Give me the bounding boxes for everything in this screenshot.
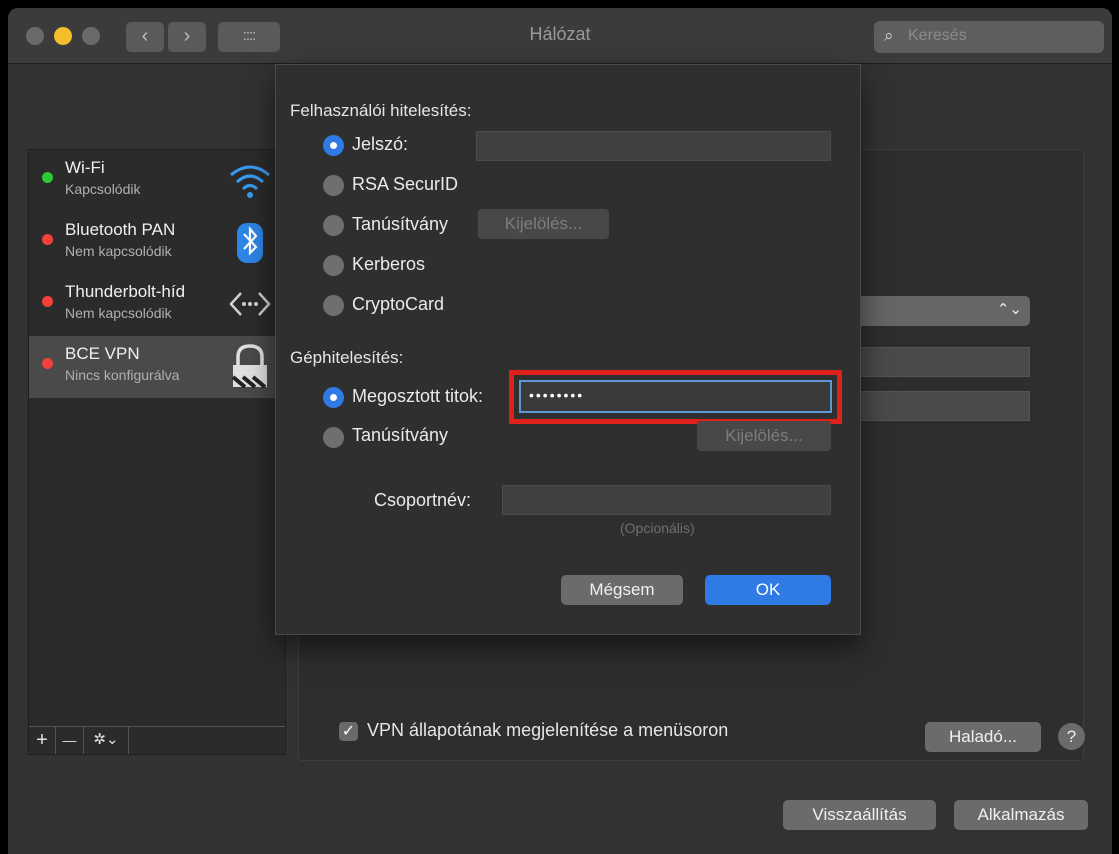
vpn-lock-icon [231, 344, 267, 389]
status-dot [42, 172, 53, 183]
service-name: Bluetooth PAN [65, 220, 176, 239]
service-list: Wi-Fi Kapcsolódik Bluetooth PAN Nem kapc… [28, 149, 286, 755]
radio-password[interactable] [323, 135, 344, 156]
bluetooth-icon [237, 223, 263, 263]
service-name: Wi-Fi [65, 158, 105, 177]
wifi-icon [230, 165, 270, 198]
radio-shared-secret[interactable] [323, 387, 344, 408]
remove-service-button[interactable]: — [56, 727, 84, 754]
service-list-toolbar: + — ✲⌄ [29, 726, 285, 754]
radio-password-label: Jelszó: [352, 134, 409, 154]
status-dot [42, 234, 53, 245]
password-field[interactable] [476, 131, 831, 161]
radio-cryptocard-label: CryptoCard [352, 294, 445, 314]
group-name-label: Csoportnév: [374, 490, 472, 510]
service-item-bce-vpn[interactable]: BCE VPN Nincs konfigurálva [29, 336, 285, 398]
radio-rsa-securid-label: RSA SecurID [352, 174, 459, 194]
title-bar: ‹ › :::: Hálózat ⌕ Keresés [8, 8, 1112, 64]
highlight-frame [509, 370, 842, 424]
radio-certificate-user-label: Tanúsítvány [352, 214, 449, 234]
advanced-button[interactable]: Haladó... [925, 722, 1041, 752]
group-name-field[interactable] [502, 485, 831, 515]
configuration-select[interactable]: ⌃⌄ [842, 296, 1030, 326]
radio-shared-secret-label: Megosztott titok: [352, 386, 484, 406]
radio-certificate-machine-label: Tanúsítvány [352, 425, 449, 445]
help-button[interactable]: ? [1058, 723, 1085, 750]
add-service-button[interactable]: + [29, 727, 56, 754]
service-status: Kapcsolódik [65, 181, 141, 197]
show-vpn-status-checkbox[interactable]: ✓ [339, 722, 358, 741]
radio-kerberos[interactable] [323, 255, 344, 276]
chevron-updown-icon: ⌃⌄ [996, 301, 1022, 318]
cancel-button[interactable]: Mégsem [561, 575, 683, 605]
radio-certificate-machine[interactable] [323, 427, 344, 448]
service-name: Thunderbolt-híd [65, 282, 186, 301]
show-vpn-status-label: VPN állapotának megjelenítése a menüsoro… [367, 720, 729, 740]
account-name-field[interactable] [842, 391, 1030, 421]
search-icon: ⌕ [884, 26, 894, 45]
radio-rsa-securid[interactable] [323, 175, 344, 196]
action-gear-menu-button[interactable]: ✲⌄ [84, 727, 129, 754]
revert-button[interactable]: Visszaállítás [783, 800, 936, 830]
service-item-thunderbolt-bridge[interactable]: Thunderbolt-híd Nem kapcsolódik [29, 274, 285, 336]
radio-cryptocard[interactable] [323, 295, 344, 316]
optional-hint: (Opcionális) [620, 520, 695, 536]
apply-button[interactable]: Alkalmazás [954, 800, 1088, 830]
service-item-bluetooth-pan[interactable]: Bluetooth PAN Nem kapcsolódik [29, 212, 285, 274]
status-dot [42, 296, 53, 307]
search-input[interactable]: ⌕ Keresés [874, 21, 1104, 53]
radio-kerberos-label: Kerberos [352, 254, 426, 274]
server-address-field[interactable] [842, 347, 1030, 377]
radio-certificate-user[interactable] [323, 215, 344, 236]
service-status: Nem kapcsolódik [65, 243, 172, 259]
select-certificate-button[interactable]: Kijelölés... [478, 209, 609, 239]
status-dot [42, 358, 53, 369]
thunderbolt-bridge-icon [229, 292, 271, 316]
ok-button[interactable]: OK [705, 575, 831, 605]
user-authentication-heading: Felhasználói hitelesítés: [290, 101, 472, 120]
machine-authentication-heading: Géphitelesítés: [290, 348, 404, 367]
service-item-wifi[interactable]: Wi-Fi Kapcsolódik [29, 150, 285, 212]
service-name: BCE VPN [65, 344, 140, 363]
select-machine-certificate-button[interactable]: Kijelölés... [697, 421, 831, 451]
service-status: Nincs konfigurálva [65, 367, 180, 383]
service-status: Nem kapcsolódik [65, 305, 172, 321]
search-placeholder: Keresés [908, 27, 967, 44]
